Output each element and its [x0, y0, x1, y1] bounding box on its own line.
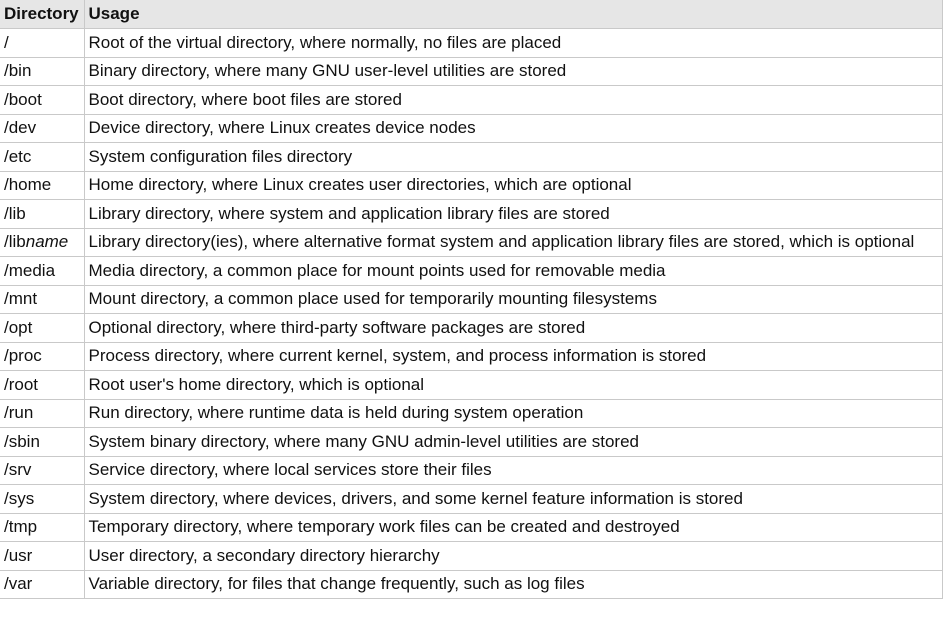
- usage-cell: Root of the virtual directory, where nor…: [83, 28, 943, 58]
- usage-cell: System configuration files directory: [83, 142, 943, 172]
- table-row: /proc Process directory, where current ke…: [0, 341, 943, 371]
- directory-cell: /var: [0, 569, 85, 599]
- directory-cell: /dev: [0, 113, 85, 143]
- directory-path: /run: [4, 403, 34, 423]
- table-body: / Root of the virtual directory, where no…: [0, 28, 943, 599]
- usage-cell: Mount directory, a common place used for…: [83, 284, 943, 314]
- table-row: /sys System directory, where devices, dri…: [0, 484, 943, 514]
- directory-cell: /tmp: [0, 512, 85, 542]
- directory-cell: /sbin: [0, 427, 85, 457]
- directory-path: /etc: [4, 146, 32, 166]
- directory-path: /var: [4, 574, 33, 594]
- directory-cell: /libname: [0, 227, 85, 257]
- directory-path-variable: name: [25, 232, 69, 252]
- directory-path: /opt: [4, 317, 33, 337]
- directory-cell: /etc: [0, 142, 85, 172]
- table-row: /mnt Mount directory, a common place used…: [0, 284, 943, 314]
- directory-path: /boot: [4, 89, 42, 109]
- usage-cell: Library directory, where system and appl…: [83, 199, 943, 229]
- table-row: /bin Binary directory, where many GNU use…: [0, 56, 943, 86]
- directory-cell: /proc: [0, 341, 85, 371]
- table-row: / Root of the virtual directory, where no…: [0, 28, 943, 58]
- table-row: /sbin System binary directory, where many…: [0, 427, 943, 457]
- directory-cell: /root: [0, 370, 85, 400]
- table-row: /srv Service directory, where local servi…: [0, 455, 943, 485]
- column-header-directory: Directory: [0, 0, 85, 29]
- directory-table: Directory Usage / Root of the virtual dir…: [0, 0, 943, 599]
- table-row: /usr User directory, a secondary director…: [0, 541, 943, 571]
- directory-path: /root: [4, 374, 39, 394]
- directory-cell: /srv: [0, 455, 85, 485]
- table-row: /var Variable directory, for files that c…: [0, 569, 943, 599]
- usage-cell: Home directory, where Linux creates user…: [83, 170, 943, 200]
- table-row: /root Root user's home directory, which i…: [0, 370, 943, 400]
- directory-path: /proc: [4, 346, 42, 366]
- usage-cell: Run directory, where runtime data is hel…: [83, 398, 943, 428]
- directory-path: /: [4, 32, 9, 52]
- table-row: /etc System configuration files directory: [0, 142, 943, 172]
- directory-cell: /sys: [0, 484, 85, 514]
- table-row: /run Run directory, where runtime data is…: [0, 398, 943, 428]
- directory-path: /usr: [4, 545, 33, 565]
- directory-path: /mnt: [4, 289, 38, 309]
- table-row: /tmp Temporary directory, where temporary…: [0, 512, 943, 542]
- usage-cell: Library directory(ies), where alternativ…: [83, 227, 943, 257]
- usage-cell: Binary directory, where many GNU user-le…: [83, 56, 943, 86]
- directory-path: /dev: [4, 118, 37, 138]
- directory-path: /tmp: [4, 517, 38, 537]
- table-row: /opt Optional directory, where third-part…: [0, 313, 943, 343]
- table-row: /lib Library directory, where system and …: [0, 199, 943, 229]
- usage-cell: User directory, a secondary directory hi…: [83, 541, 943, 571]
- header-row: Directory Usage: [0, 0, 943, 29]
- usage-cell: Optional directory, where third-party so…: [83, 313, 943, 343]
- directory-cell: /usr: [0, 541, 85, 571]
- directory-cell: /media: [0, 256, 85, 286]
- usage-cell: Boot directory, where boot files are sto…: [83, 85, 943, 115]
- directory-path: /home: [4, 175, 52, 195]
- directory-cell: /boot: [0, 85, 85, 115]
- usage-cell: Variable directory, for files that chang…: [83, 569, 943, 599]
- usage-cell: Root user's home directory, which is opt…: [83, 370, 943, 400]
- directory-path: /lib: [4, 232, 26, 252]
- directory-cell: /bin: [0, 56, 85, 86]
- directory-cell: /: [0, 28, 85, 58]
- usage-cell: Process directory, where current kernel,…: [83, 341, 943, 371]
- directory-path: /sys: [4, 488, 35, 508]
- column-header-usage: Usage: [83, 0, 943, 29]
- table-row: /media Media directory, a common place fo…: [0, 256, 943, 286]
- directory-path: /media: [4, 260, 56, 280]
- usage-cell: Service directory, where local services …: [83, 455, 943, 485]
- usage-cell: System directory, where devices, drivers…: [83, 484, 943, 514]
- table-row: /libname Library directory(ies), where al…: [0, 227, 943, 257]
- usage-cell: Temporary directory, where temporary wor…: [83, 512, 943, 542]
- usage-cell: Device directory, where Linux creates de…: [83, 113, 943, 143]
- table-row: /dev Device directory, where Linux create…: [0, 113, 943, 143]
- directory-path: /sbin: [4, 431, 40, 451]
- directory-path: /srv: [4, 460, 32, 480]
- table-row: /home Home directory, where Linux creates…: [0, 170, 943, 200]
- table-header: Directory Usage: [0, 0, 943, 29]
- usage-cell: Media directory, a common place for moun…: [83, 256, 943, 286]
- directory-cell: /home: [0, 170, 85, 200]
- usage-cell: System binary directory, where many GNU …: [83, 427, 943, 457]
- directory-cell: /run: [0, 398, 85, 428]
- directory-path: /lib: [4, 203, 26, 223]
- directory-cell: /opt: [0, 313, 85, 343]
- directory-cell: /lib: [0, 199, 85, 229]
- table-row: /boot Boot directory, where boot files ar…: [0, 85, 943, 115]
- directory-cell: /mnt: [0, 284, 85, 314]
- directory-path: /bin: [4, 61, 32, 81]
